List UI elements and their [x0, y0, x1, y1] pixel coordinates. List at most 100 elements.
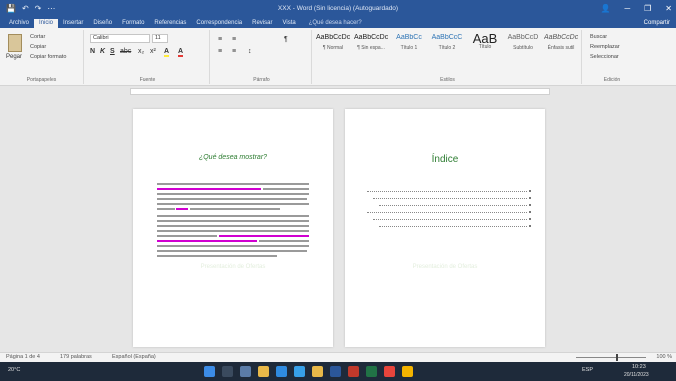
highlighted-text-line: [157, 188, 261, 190]
watermark-text: Presentación de Ofertas: [200, 264, 266, 270]
excel-icon[interactable]: [366, 366, 377, 377]
italic-button[interactable]: K: [100, 48, 105, 55]
format-painter-button[interactable]: Copiar formato: [30, 54, 66, 60]
toc-entry[interactable]: [373, 219, 527, 220]
tab-inicio[interactable]: Inicio: [34, 19, 59, 28]
text-line: [157, 220, 309, 222]
toc-entry[interactable]: [373, 198, 527, 199]
numbering-button[interactable]: ≡: [232, 36, 236, 43]
align-left-button[interactable]: ≡: [218, 48, 222, 55]
document-title: XXX - Word (Sin licencia) (Autoguardado): [277, 4, 399, 12]
powerpoint-icon[interactable]: [348, 366, 359, 377]
paste-label[interactable]: Pegar: [6, 54, 22, 60]
account-icon[interactable]: 👤: [600, 4, 610, 13]
word-count[interactable]: 179 palabras: [60, 354, 92, 360]
text-line: [157, 250, 307, 252]
style-no-spacing[interactable]: AaBbCcDc ¶ Sin espa...: [354, 34, 388, 68]
font-name-select[interactable]: Calibri: [90, 34, 150, 43]
chrome-icon[interactable]: [384, 366, 395, 377]
tab-archivo[interactable]: Archivo: [4, 19, 34, 28]
subscript-button[interactable]: x₂: [138, 48, 144, 55]
redo-icon[interactable]: ↷: [35, 4, 42, 13]
save-icon[interactable]: 💾: [6, 4, 16, 13]
strikethrough-button[interactable]: abc: [120, 48, 131, 55]
editing-group: Buscar Reemplazar Seleccionar Edición: [584, 30, 640, 84]
store-icon[interactable]: [294, 366, 305, 377]
toc-entry[interactable]: [379, 226, 527, 227]
word-icon[interactable]: [330, 366, 341, 377]
style-heading-1[interactable]: AaBbCc Título 1: [392, 34, 426, 68]
toc-page-number: [529, 218, 531, 220]
close-button[interactable]: ✕: [665, 4, 672, 13]
toc-page-number: [529, 211, 531, 213]
tab-referencias[interactable]: Referencias: [149, 19, 191, 28]
paste-icon[interactable]: [8, 34, 22, 52]
folder-icon[interactable]: [312, 366, 323, 377]
superscript-button[interactable]: x²: [150, 48, 156, 55]
tab-revisar[interactable]: Revisar: [247, 19, 277, 28]
text-line: [157, 198, 307, 200]
app-icon[interactable]: [402, 366, 413, 377]
task-view-icon[interactable]: [240, 366, 251, 377]
tab-diseno[interactable]: Diseño: [88, 19, 117, 28]
replace-button[interactable]: Reemplazar: [590, 44, 620, 50]
clock-date[interactable]: 20/11/2023: [624, 372, 649, 378]
clipboard-group: Pegar Cortar Copiar Copiar formato Porta…: [0, 30, 84, 84]
style-normal[interactable]: AaBbCcDc ¶ Normal: [316, 34, 350, 68]
page-heading: ¿Qué desea mostrar?: [198, 154, 268, 161]
toc-entry[interactable]: [367, 191, 527, 192]
bullets-button[interactable]: ≡: [218, 36, 222, 43]
highlight-color-button[interactable]: A: [164, 48, 170, 57]
language-indicator[interactable]: Español (España): [112, 354, 156, 360]
text-line: [259, 240, 309, 242]
style-preview: AaBbCcDc: [544, 34, 578, 41]
line-spacing-button[interactable]: ↕: [248, 48, 252, 55]
style-subtitle[interactable]: AaBbCcD Subtítulo: [506, 34, 540, 68]
tab-formato[interactable]: Formato: [117, 19, 149, 28]
copy-button[interactable]: Copiar: [30, 44, 46, 50]
minimize-button[interactable]: ─: [624, 4, 630, 13]
tell-me-search[interactable]: ¿Qué desea hacer?: [309, 20, 362, 28]
select-button[interactable]: Seleccionar: [590, 54, 619, 60]
style-preview: AaBbCcC: [431, 34, 463, 41]
page-count[interactable]: Página 1 de 4: [6, 354, 40, 360]
cut-button[interactable]: Cortar: [30, 34, 45, 40]
search-icon[interactable]: [222, 366, 233, 377]
horizontal-ruler[interactable]: [130, 88, 550, 95]
text-line: [157, 193, 309, 195]
style-heading-2[interactable]: AaBbCcC Título 2: [430, 34, 464, 68]
font-color-button[interactable]: A: [178, 48, 184, 57]
show-marks-button[interactable]: ¶: [284, 36, 288, 43]
styles-group: AaBbCcDc ¶ Normal AaBbCcDc ¶ Sin espa...…: [314, 30, 582, 84]
zoom-slider[interactable]: [576, 354, 646, 361]
tab-vista[interactable]: Vista: [277, 19, 300, 28]
text-line: [157, 255, 277, 257]
share-button[interactable]: Compartir: [644, 20, 670, 26]
maximize-button[interactable]: ❐: [644, 4, 651, 13]
style-subtle-emphasis[interactable]: AaBbCcDc Énfasis sutil: [544, 34, 578, 68]
highlighted-text-line: [176, 208, 188, 210]
tab-insertar[interactable]: Insertar: [58, 19, 88, 28]
weather-widget[interactable]: 20°C: [8, 367, 20, 373]
clock-time[interactable]: 10:23: [632, 364, 646, 370]
align-center-button[interactable]: ≡: [232, 48, 236, 55]
font-size-select[interactable]: 11: [152, 34, 168, 43]
edge-icon[interactable]: [276, 366, 287, 377]
file-explorer-icon[interactable]: [258, 366, 269, 377]
document-page-1[interactable]: ¿Qué desea mostrar? Presentación de Ofer…: [133, 109, 333, 347]
toc-entry[interactable]: [379, 205, 527, 206]
toc-entry[interactable]: [367, 212, 527, 213]
style-title[interactable]: AaB Título: [468, 34, 502, 68]
start-button[interactable]: [204, 366, 215, 377]
language-tray[interactable]: ESP: [582, 367, 593, 373]
zoom-level[interactable]: 100 %: [656, 354, 672, 360]
undo-icon[interactable]: ↶: [22, 4, 29, 13]
document-page-2[interactable]: Índice Presentación de Ofertas: [345, 109, 545, 347]
underline-button[interactable]: S: [110, 48, 115, 55]
bold-button[interactable]: N: [90, 48, 95, 55]
customize-qat-icon[interactable]: ⋯: [47, 4, 55, 13]
find-button[interactable]: Buscar: [590, 34, 607, 40]
zoom-slider-thumb[interactable]: [616, 354, 618, 361]
text-line: [157, 230, 309, 232]
tab-correspondencia[interactable]: Correspondencia: [191, 19, 247, 28]
